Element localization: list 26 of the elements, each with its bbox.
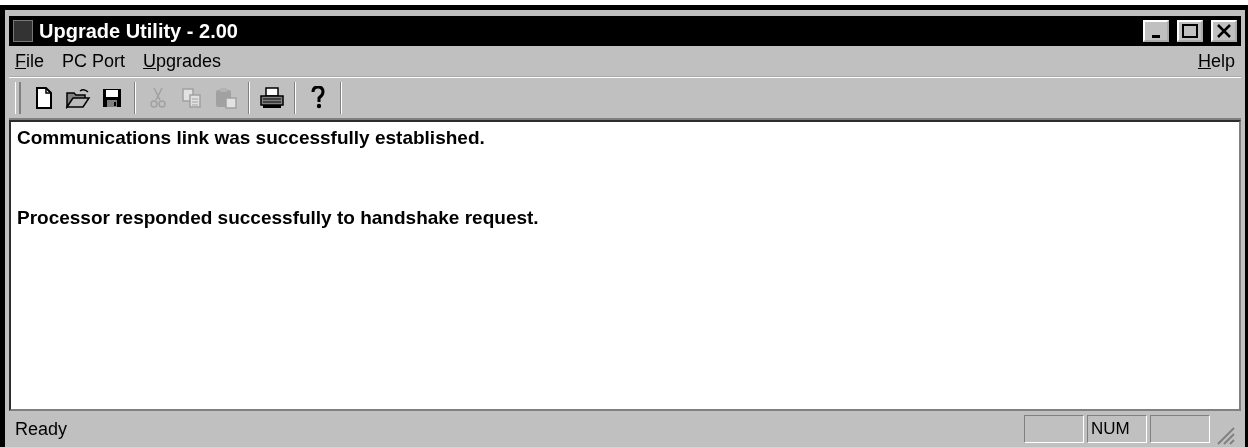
close-button[interactable]: [1211, 20, 1237, 42]
open-folder-icon: [65, 87, 91, 109]
status-pane: [1150, 415, 1210, 443]
window-title: Upgrade Utility - 2.00: [39, 19, 239, 43]
menu-item[interactable]: File: [15, 50, 44, 72]
new-file-icon: [34, 87, 54, 109]
maximize-icon: [1181, 23, 1199, 39]
status-indicator: NUM: [1087, 415, 1147, 443]
close-icon: [1215, 23, 1233, 39]
minimize-button[interactable]: [1143, 20, 1169, 42]
log-message: Communications link was successfully established.: [17, 126, 485, 150]
status-pane: [1024, 415, 1084, 443]
clipboard-icon: [214, 87, 238, 109]
scissors-icon: [149, 87, 167, 109]
maximize-button[interactable]: [1177, 20, 1203, 42]
menu-item[interactable]: Upgrades: [143, 50, 222, 72]
printer-icon: [259, 87, 285, 109]
status-text: Ready: [15, 418, 68, 440]
copy-icon: [181, 87, 203, 109]
minimize-icon: [1152, 34, 1160, 38]
log-message: Processor responded successfully to handshake request.: [17, 206, 539, 230]
question-mark-icon: [310, 86, 326, 110]
app-icon: [13, 20, 33, 42]
toolbar-grip[interactable]: [15, 82, 21, 114]
menu-item[interactable]: PC Port: [62, 50, 126, 72]
menu-item[interactable]: Help: [1197, 50, 1235, 72]
